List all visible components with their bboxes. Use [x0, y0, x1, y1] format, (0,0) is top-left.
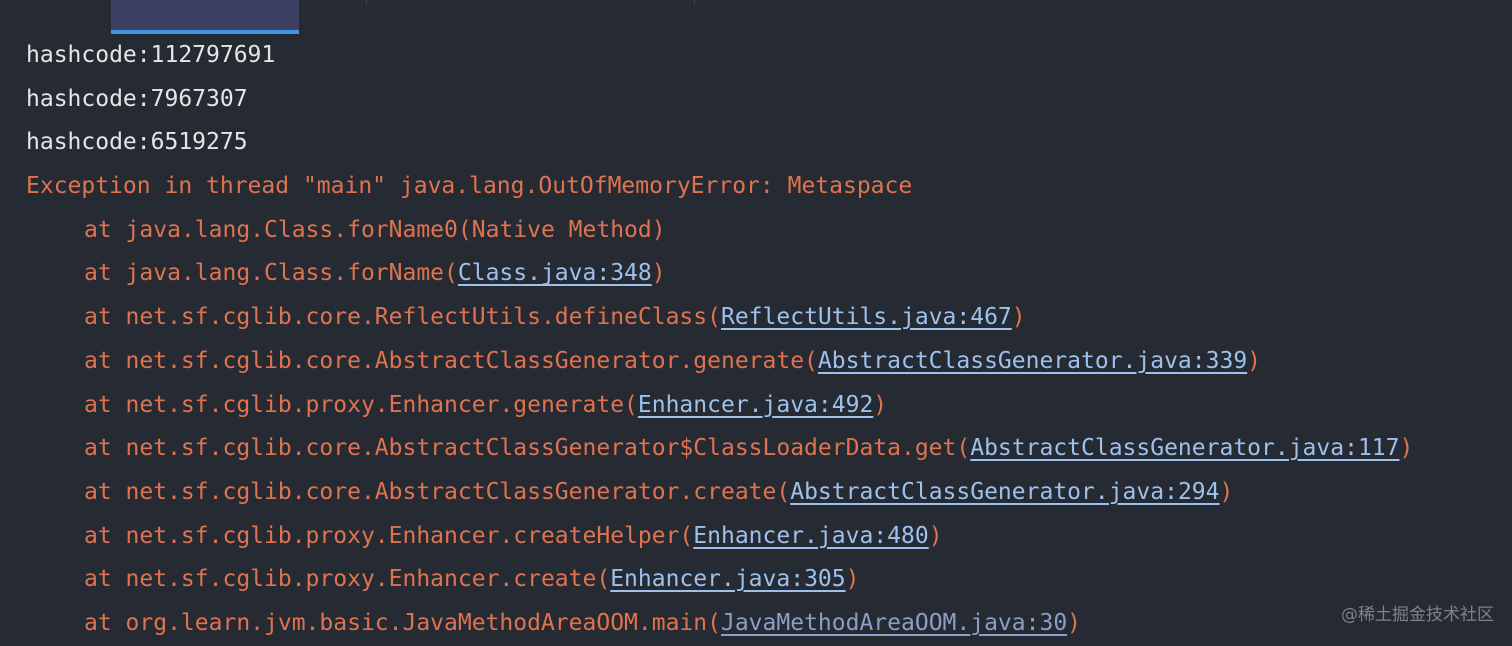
stdout-line: hashcode:6519275: [26, 129, 248, 156]
stack-frame-text: at net.sf.cglib.core.AbstractClassGenera…: [84, 478, 791, 505]
source-link[interactable]: AbstractClassGenerator.java:294: [790, 479, 1219, 505]
stack-frame: at net.sf.cglib.proxy.Enhancer.create(En…: [26, 558, 1496, 602]
stack-frame-text: at net.sf.cglib.core.ReflectUtils.define…: [84, 304, 721, 331]
source-link[interactable]: AbstractClassGenerator.java:339: [818, 348, 1247, 374]
source-link[interactable]: JavaMethodAreaOOM.java:30: [721, 610, 1067, 636]
source-link[interactable]: Enhancer.java:480: [693, 523, 928, 549]
stack-frame: at net.sf.cglib.proxy.Enhancer.generate(…: [26, 384, 1496, 428]
stack-frame-suffix: ): [1247, 347, 1262, 374]
stack-frame: at net.sf.cglib.proxy.Enhancer.createHel…: [26, 515, 1496, 559]
stack-frame: at net.sf.cglib.core.ReflectUtils.define…: [26, 296, 1496, 340]
tab-separator: [366, 0, 367, 6]
stack-frame-suffix: ): [928, 522, 943, 549]
stack-frame-text: at net.sf.cglib.proxy.Enhancer.generate(: [84, 391, 638, 418]
stack-frame-text: at net.sf.cglib.proxy.Enhancer.create(: [84, 566, 611, 593]
stdout-line: hashcode:112797691: [26, 42, 276, 68]
source-link[interactable]: AbstractClassGenerator.java:117: [970, 435, 1399, 461]
stack-frame: at java.lang.Class.forName(Class.java:34…: [26, 252, 1496, 296]
source-link[interactable]: Enhancer.java:492: [638, 392, 873, 418]
source-link[interactable]: Class.java:348: [458, 260, 652, 286]
source-link[interactable]: Enhancer.java:305: [610, 566, 845, 592]
stack-frame-suffix: ): [1011, 304, 1026, 331]
stack-frame: at net.sf.cglib.core.AbstractClassGenera…: [26, 427, 1496, 471]
source-link[interactable]: ReflectUtils.java:467: [721, 304, 1012, 330]
stack-frame-text: at java.lang.Class.forName0(Native Metho…: [84, 216, 666, 243]
stack-frame-suffix: ): [651, 260, 666, 287]
stack-frame-text: at net.sf.cglib.proxy.Enhancer.createHel…: [84, 522, 694, 549]
stack-frame: at java.lang.Class.forName0(Native Metho…: [26, 209, 1496, 253]
stack-frame-suffix: ): [845, 566, 860, 593]
stack-frame-text: at java.lang.Class.forName(: [84, 260, 458, 287]
tab-separator: [694, 0, 695, 6]
console-tab-bar: [0, 0, 1512, 34]
stack-frame-text: at net.sf.cglib.core.AbstractClassGenera…: [84, 435, 971, 462]
stack-frame-text: at net.sf.cglib.core.AbstractClassGenera…: [84, 347, 818, 374]
stack-frame: at net.sf.cglib.core.AbstractClassGenera…: [26, 471, 1496, 515]
stack-frame: at org.learn.jvm.basic.JavaMethodAreaOOM…: [26, 602, 1496, 646]
stack-frame-text: at org.learn.jvm.basic.JavaMethodAreaOOM…: [84, 609, 721, 636]
stack-frame-suffix: ): [873, 391, 888, 418]
stack-frame-suffix: ): [1219, 478, 1234, 505]
stdout-line: hashcode:7967307: [26, 85, 248, 112]
stack-frame-suffix: ): [1067, 609, 1082, 636]
tab-console-active[interactable]: [111, 0, 299, 31]
exception-message: Exception in thread "main" java.lang.Out…: [26, 173, 913, 200]
console-output: hashcode:112797691 hashcode:7967307 hash…: [26, 34, 1496, 646]
stack-frame-suffix: ): [1399, 435, 1414, 462]
watermark: @稀土掘金技术社区: [1341, 605, 1494, 625]
stack-frame: at net.sf.cglib.core.AbstractClassGenera…: [26, 340, 1496, 384]
